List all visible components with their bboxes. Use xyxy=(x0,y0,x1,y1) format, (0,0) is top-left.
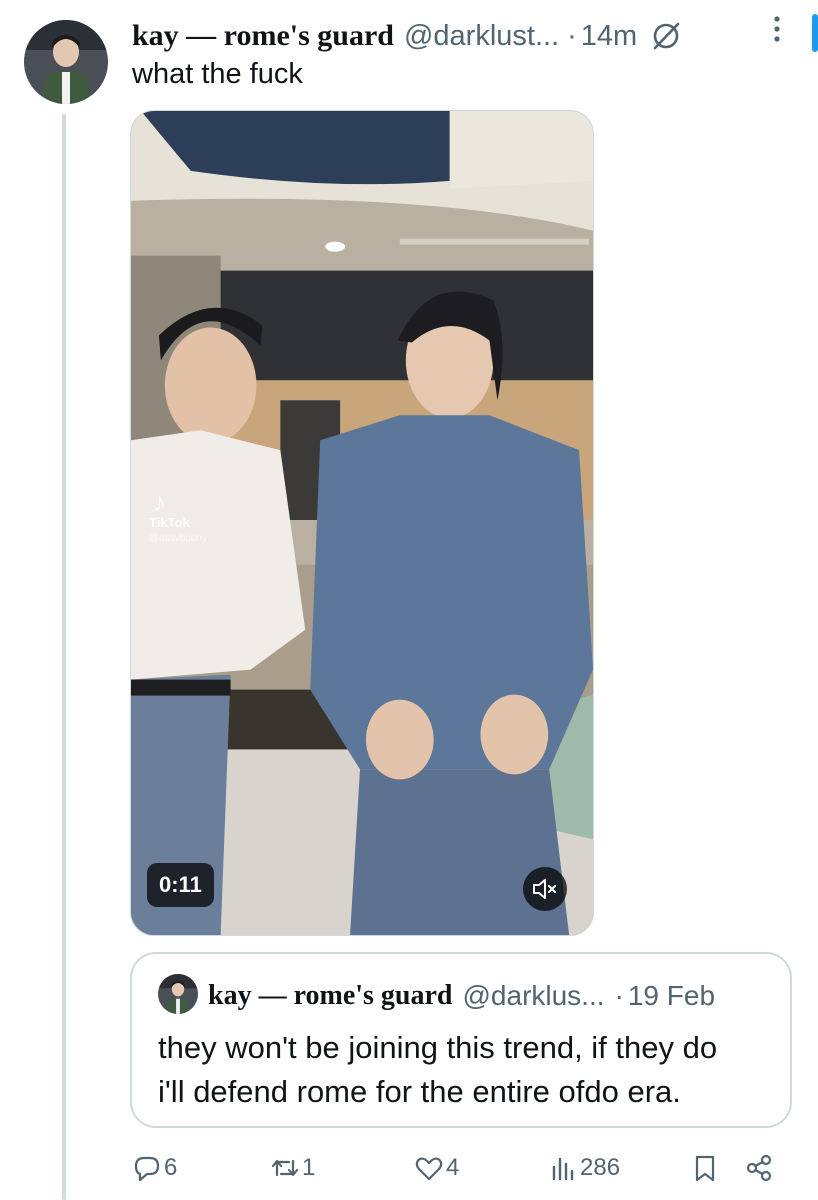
author-handle[interactable]: @darklust... xyxy=(404,20,559,53)
repost-count: 1 xyxy=(302,1154,316,1181)
separator-dot: · xyxy=(567,19,577,52)
more-icon[interactable] xyxy=(772,12,782,46)
quoted-separator: · xyxy=(614,980,624,1011)
video-player[interactable]: ♪ TikTok @ossvbouny 0:11 xyxy=(130,110,594,936)
reply-count: 6 xyxy=(164,1154,178,1181)
like-icon xyxy=(415,1157,443,1181)
tweet-text: what the fuck xyxy=(132,58,303,90)
tiktok-icon: ♪ xyxy=(153,487,166,517)
quoted-date: 19 Feb xyxy=(627,980,716,1011)
action-bar: 6 1 4 286 xyxy=(132,1148,778,1188)
repost-button[interactable]: 1 xyxy=(270,1148,315,1188)
bookmark-button[interactable] xyxy=(690,1148,720,1188)
views-icon xyxy=(552,1157,574,1181)
share-icon xyxy=(746,1154,772,1182)
mute-button[interactable] xyxy=(523,867,567,911)
views-button[interactable]: 286 xyxy=(548,1148,620,1188)
reply-button[interactable]: 6 xyxy=(132,1148,177,1188)
scroll-indicator xyxy=(812,14,818,52)
share-button[interactable] xyxy=(744,1148,774,1188)
tiktok-label: TikTok xyxy=(149,515,190,531)
tiktok-handle: @ossvbouny xyxy=(149,532,207,544)
quoted-author-handle: @darklus... xyxy=(462,980,605,1011)
like-button[interactable]: 4 xyxy=(414,1148,459,1188)
views-count: 286 xyxy=(580,1154,621,1181)
thread-line xyxy=(62,114,66,1200)
video-duration: 0:11 xyxy=(147,863,214,907)
repost-icon xyxy=(271,1159,299,1177)
reply-icon xyxy=(134,1156,160,1182)
quoted-text: they won't be joining this trend, if the… xyxy=(158,1030,718,1109)
quoted-header: kay — rome's guard @darklus... · 19 Feb xyxy=(208,974,780,1018)
quoted-tweet[interactable]: kay — rome's guard @darklus... · 19 Feb … xyxy=(130,952,792,1128)
avatar[interactable] xyxy=(24,20,108,104)
author-name[interactable]: kay — rome's guard xyxy=(132,19,394,53)
tweet-time[interactable]: 14m xyxy=(581,20,637,53)
quoted-avatar[interactable] xyxy=(158,974,198,1014)
tweet-header: kay — rome's guard @darklust... · 14m xyxy=(132,14,818,58)
like-count: 4 xyxy=(446,1154,460,1181)
mute-icon xyxy=(533,879,556,899)
quoted-author-name: kay — rome's guard xyxy=(208,980,453,1011)
tiktok-watermark: ♪ TikTok @ossvbouny xyxy=(149,487,207,544)
bookmark-icon xyxy=(695,1155,715,1182)
grok-icon[interactable] xyxy=(649,19,683,53)
